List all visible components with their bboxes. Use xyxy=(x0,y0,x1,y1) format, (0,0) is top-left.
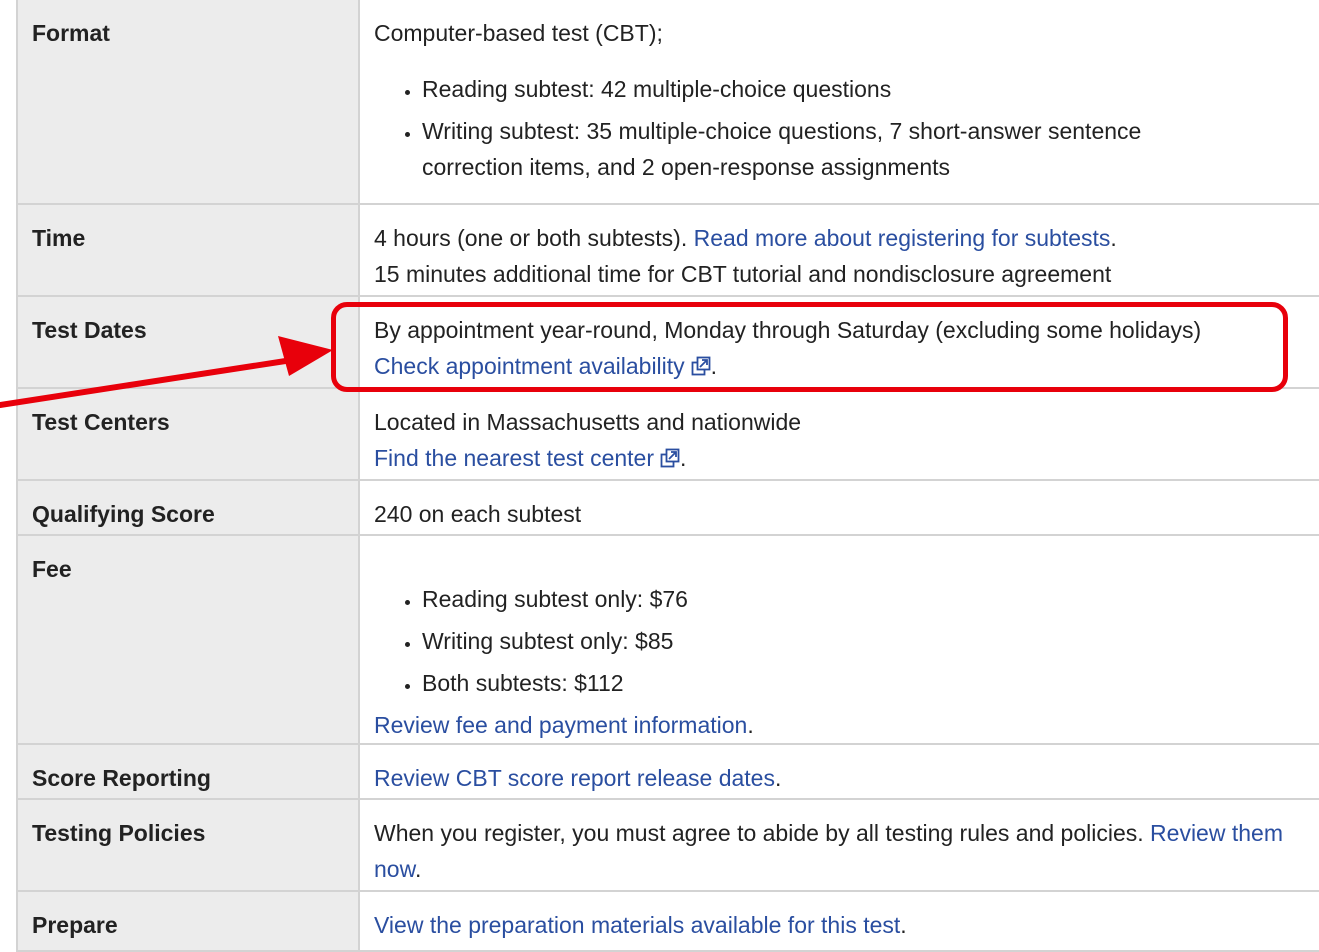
external-link-icon xyxy=(660,442,680,468)
test-dates-line-2: Check appointment availability. xyxy=(374,348,1319,384)
time-line-2: 15 minutes additional time for CBT tutor… xyxy=(374,261,1112,287)
find-test-center-link[interactable]: Find the nearest test center xyxy=(374,445,680,471)
row-value: When you register, you must agree to abi… xyxy=(358,798,1319,892)
punctuation: . xyxy=(747,712,754,738)
row-value: Reading subtest only: $76 Writing subtes… xyxy=(358,534,1319,745)
table-row-test-centers: Test Centers Located in Massachusetts an… xyxy=(16,387,1319,481)
register-subtests-link[interactable]: Read more about registering for subtests xyxy=(694,225,1111,251)
row-label: Fee xyxy=(16,534,360,745)
list-item: Reading subtest: 42 multiple-choice ques… xyxy=(422,71,1319,107)
row-label: Test Centers xyxy=(16,387,360,481)
row-value: View the preparation materials available… xyxy=(358,890,1319,952)
table-row-test-dates: Test Dates By appointment year-round, Mo… xyxy=(16,295,1319,389)
row-value: Computer-based test (CBT); Reading subte… xyxy=(358,0,1319,205)
row-label: Prepare xyxy=(16,890,360,952)
row-value: Review CBT score report release dates. xyxy=(358,743,1319,800)
fee-list: Reading subtest only: $76 Writing subtes… xyxy=(374,581,1319,701)
format-intro: Computer-based test (CBT); xyxy=(374,20,663,46)
row-label: Testing Policies xyxy=(16,798,360,892)
table-row-testing-policies: Testing Policies When you register, you … xyxy=(16,798,1319,892)
list-item: Reading subtest only: $76 xyxy=(422,581,1319,617)
fee-payment-link[interactable]: Review fee and payment information xyxy=(374,712,747,738)
table-row-qualifying-score: Qualifying Score 240 on each subtest xyxy=(16,479,1319,536)
list-item: Both subtests: $112 xyxy=(422,665,1319,701)
list-item: Writing subtest only: $85 xyxy=(422,623,1319,659)
list-item: Writing subtest: 35 multiple-choice ques… xyxy=(422,113,1319,185)
check-availability-link[interactable]: Check appointment availability xyxy=(374,353,711,379)
test-dates-text: By appointment year-round, Monday throug… xyxy=(374,317,1202,343)
row-value: 4 hours (one or both subtests). Read mor… xyxy=(358,203,1319,297)
row-label: Qualifying Score xyxy=(16,479,360,536)
row-value: 240 on each subtest xyxy=(358,479,1319,536)
external-link-icon xyxy=(691,350,711,376)
punctuation: . xyxy=(774,765,782,791)
table-row-fee: Fee Reading subtest only: $76 Writing su… xyxy=(16,534,1319,745)
test-centers-line-2: Find the nearest test center. xyxy=(374,440,1319,476)
test-centers-text: Located in Massachusetts and nationwide xyxy=(374,409,802,435)
link-label: Find the nearest test center xyxy=(374,445,654,471)
format-list: Reading subtest: 42 multiple-choice ques… xyxy=(374,71,1319,185)
punctuation: . xyxy=(414,856,422,882)
time-text: 4 hours (one or both subtests). xyxy=(374,225,694,251)
policies-text: When you register, you must agree to abi… xyxy=(374,820,1151,846)
table-row-format: Format Computer-based test (CBT); Readin… xyxy=(16,0,1319,205)
row-label: Time xyxy=(16,203,360,297)
row-label: Format xyxy=(16,0,360,205)
fee-link-line: Review fee and payment information. xyxy=(374,707,1319,743)
punctuation: . xyxy=(680,445,687,471)
row-value: Located in Massachusetts and nationwide … xyxy=(358,387,1319,481)
punctuation: . xyxy=(1110,225,1117,251)
punctuation: . xyxy=(900,912,907,938)
punctuation: . xyxy=(710,353,718,379)
row-label: Score Reporting xyxy=(16,743,360,800)
preparation-materials-link[interactable]: View the preparation materials available… xyxy=(374,912,900,938)
test-info-table: Format Computer-based test (CBT); Readin… xyxy=(16,0,1319,952)
table-row-time: Time 4 hours (one or both subtests). Rea… xyxy=(16,203,1319,297)
link-label: Check appointment availability xyxy=(374,353,685,379)
table-row-score-reporting: Score Reporting Review CBT score report … xyxy=(16,743,1319,800)
time-line-1: 4 hours (one or both subtests). Read mor… xyxy=(374,220,1319,256)
table-row-prepare: Prepare View the preparation materials a… xyxy=(16,890,1319,952)
row-value: By appointment year-round, Monday throug… xyxy=(358,295,1319,389)
row-label: Test Dates xyxy=(16,295,360,389)
score-release-dates-link[interactable]: Review CBT score report release dates xyxy=(374,765,775,791)
